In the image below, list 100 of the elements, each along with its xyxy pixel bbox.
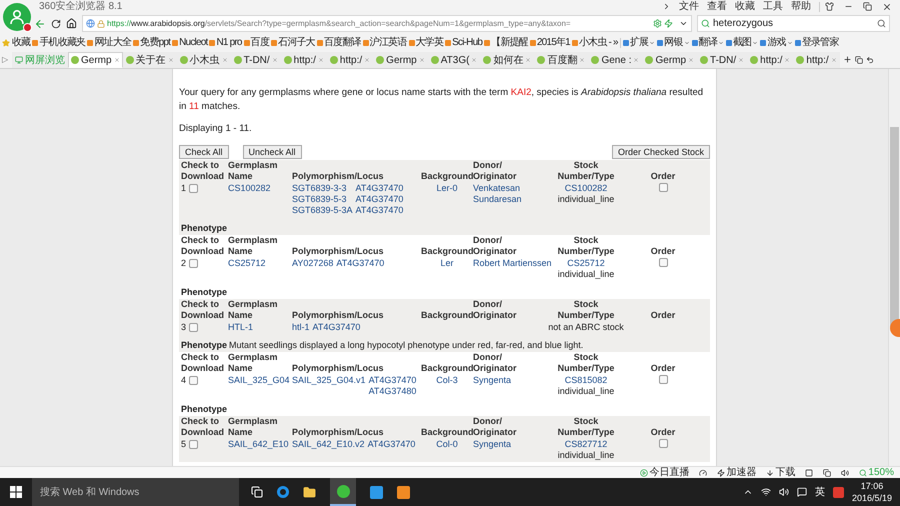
- gear-icon[interactable]: [653, 19, 662, 28]
- accelerator-button[interactable]: 加速器: [717, 468, 756, 478]
- donor-link[interactable]: Syngenta: [473, 375, 548, 386]
- caret-icon[interactable]: [649, 40, 656, 46]
- allele-link[interactable]: SGT6839-3-3: [292, 183, 353, 194]
- close-tab-icon[interactable]: [471, 57, 478, 63]
- dropdown-icon[interactable]: [679, 19, 688, 28]
- security-app-icon[interactable]: [832, 486, 844, 498]
- bookmark-link[interactable]: 百度翻译: [316, 35, 361, 50]
- close-tab-icon[interactable]: [784, 57, 790, 63]
- close-tab-icon[interactable]: [222, 57, 228, 63]
- allele-link[interactable]: SAIL_325_G04.v1: [292, 375, 366, 397]
- donor-link[interactable]: Syngenta: [473, 439, 548, 450]
- browser-tab[interactable]: T-DN/: [697, 52, 748, 68]
- bookmark-link[interactable]: N1 pro: [209, 35, 242, 50]
- close-tab-icon[interactable]: [830, 57, 837, 63]
- sidebar-toggle-button[interactable]: ▷: [2, 54, 12, 66]
- checkbox[interactable]: [658, 375, 668, 384]
- checkbox[interactable]: [658, 439, 668, 448]
- close-icon[interactable]: [882, 2, 892, 12]
- close-tab-icon[interactable]: [688, 57, 694, 63]
- bookmark-link[interactable]: 收藏: [12, 35, 30, 50]
- caret-icon[interactable]: [786, 40, 793, 46]
- order-checked-stock-button[interactable]: Order Checked Stock: [612, 145, 710, 159]
- browser-tab[interactable]: 小木虫: [176, 52, 231, 68]
- tabs-icon[interactable]: [854, 56, 863, 64]
- browser-tab[interactable]: http:/: [747, 52, 794, 68]
- germplasm-link[interactable]: SAIL_642_E10: [228, 439, 289, 449]
- caret-icon[interactable]: [684, 40, 690, 46]
- close-tab-icon[interactable]: [738, 57, 744, 63]
- germplasm-link[interactable]: HTL-1: [228, 322, 254, 332]
- app-icon[interactable]: [370, 486, 383, 498]
- toolbar-button[interactable]: 扩展: [622, 35, 656, 50]
- bookmark-link[interactable]: 百度: [244, 35, 270, 50]
- browser-tab[interactable]: Gene :: [588, 52, 642, 68]
- windows-start-icon[interactable]: [10, 486, 22, 498]
- allele-link[interactable]: htl-1: [292, 322, 310, 333]
- browser-tab[interactable]: Germp: [642, 52, 698, 68]
- germplasm-link[interactable]: CS100282: [228, 183, 271, 193]
- bookmark-link[interactable]: Nucleot: [172, 35, 208, 50]
- locus-link[interactable]: AT4G37480: [368, 386, 416, 397]
- maximize-icon[interactable]: [863, 2, 872, 11]
- toolbar-button[interactable]: 游戏: [760, 35, 793, 50]
- toolbar-button[interactable]: 截图: [726, 35, 758, 50]
- donor-link[interactable]: Venkatesan Sundaresan: [473, 183, 548, 205]
- skin-icon[interactable]: [825, 2, 834, 11]
- window-icon[interactable]: [805, 468, 814, 476]
- browser-tab[interactable]: http:/: [280, 52, 327, 68]
- locus-link[interactable]: AT4G37470: [312, 322, 360, 333]
- menu-item[interactable]: 文件: [679, 0, 699, 14]
- bookmark-link[interactable]: 大学英: [408, 35, 444, 50]
- close-tab-icon[interactable]: [272, 57, 278, 63]
- allele-link[interactable]: AY027268: [292, 258, 334, 269]
- volume-icon[interactable]: [778, 487, 789, 497]
- live-button[interactable]: 今日直播: [640, 468, 690, 478]
- search-box[interactable]: heterozygous: [697, 15, 890, 32]
- browser-app-icon[interactable]: [330, 478, 356, 506]
- close-tab-icon[interactable]: [168, 57, 174, 63]
- back-icon[interactable]: [34, 18, 46, 30]
- home-icon[interactable]: [66, 18, 77, 29]
- star-icon[interactable]: [2, 38, 10, 46]
- browser-tab[interactable]: http:/: [793, 52, 840, 68]
- lightning-icon[interactable]: [664, 19, 673, 28]
- toolbar-button[interactable]: 翻译: [692, 35, 724, 50]
- caret-icon[interactable]: [752, 40, 758, 46]
- browser-tab[interactable]: 关于在: [122, 52, 177, 68]
- bookmark-link[interactable]: 【新提醒: [484, 35, 528, 50]
- locus-link[interactable]: AT4G37470: [368, 439, 416, 450]
- checkbox[interactable]: [658, 258, 668, 267]
- bookmark-link[interactable]: 小木虫 -: [572, 35, 612, 50]
- locus-link[interactable]: AT4G37470: [356, 183, 404, 194]
- browser-tab[interactable]: 如何在: [480, 52, 534, 68]
- allele-link[interactable]: SGT6839-5-3A: [292, 205, 353, 216]
- locus-link[interactable]: AT4G37470: [336, 258, 384, 269]
- download-button[interactable]: 下载: [766, 468, 796, 478]
- germplasm-link[interactable]: SAIL_325_G04: [228, 375, 290, 385]
- check-all-button[interactable]: Check All: [179, 145, 229, 159]
- checkbox[interactable]: [658, 183, 668, 192]
- close-tab-icon[interactable]: [418, 57, 425, 63]
- taskbar-search-field[interactable]: 搜索 Web 和 Windows: [40, 484, 231, 500]
- address-bar[interactable]: https://www.arabidopsis.org/servlets/Search?type=germplasm&search_action=search&pageNum=1&germplasm_type=any&taxon=: [82, 15, 692, 32]
- stock-link[interactable]: CS100282: [564, 183, 608, 194]
- taskbar-search-box[interactable]: 搜索 Web 和 Windows: [32, 478, 239, 506]
- caret-icon[interactable]: [718, 40, 724, 46]
- notification-icon[interactable]: [796, 487, 807, 497]
- checkbox[interactable]: [189, 184, 198, 193]
- more-bookmarks-button[interactable]: »: [613, 35, 618, 50]
- locus-link[interactable]: AT4G37470: [356, 205, 404, 216]
- bookmark-link[interactable]: 手机收藏夹: [32, 35, 86, 50]
- copy-icon[interactable]: [823, 468, 832, 476]
- chevron-icon[interactable]: [662, 2, 671, 11]
- speed-icon[interactable]: [699, 468, 708, 476]
- task-view-icon[interactable]: [251, 486, 263, 498]
- stock-link[interactable]: CS815082: [564, 375, 608, 386]
- stock-link[interactable]: CS25712: [567, 258, 605, 269]
- undo-icon[interactable]: [866, 56, 874, 64]
- toolbar-button[interactable]: 网银: [657, 35, 690, 50]
- browser-tab[interactable]: 百度翻: [534, 52, 588, 68]
- folder-icon[interactable]: [303, 486, 316, 498]
- scrollbar[interactable]: [888, 69, 900, 466]
